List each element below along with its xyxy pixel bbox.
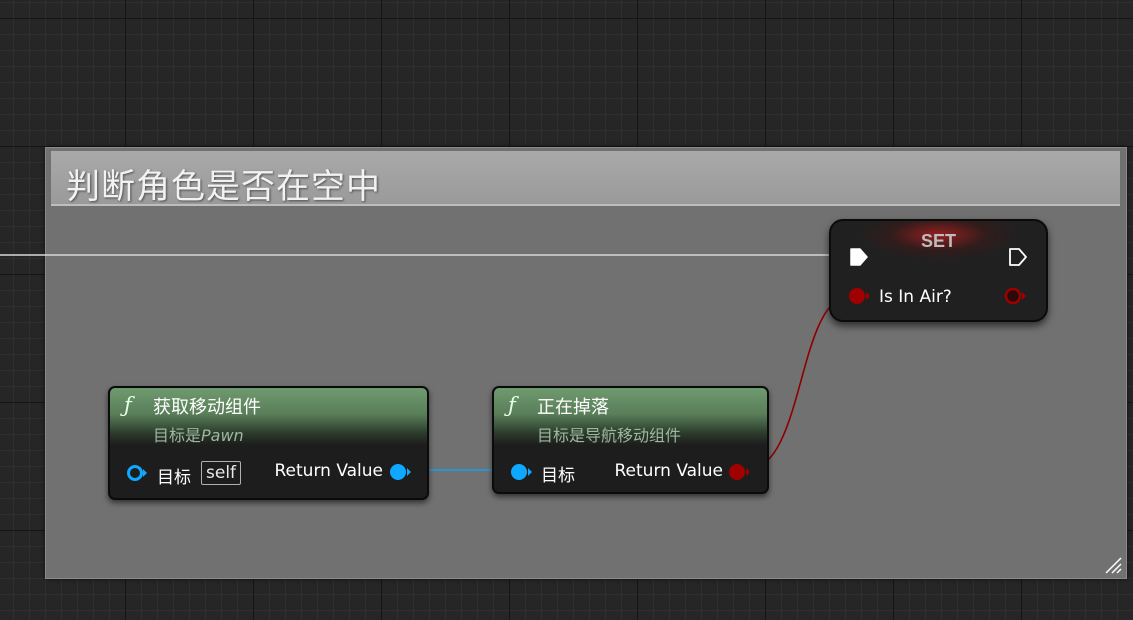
is-in-air-label: Is In Air?	[879, 287, 952, 307]
target-pin-label: 目标	[541, 466, 575, 486]
comment-header[interactable]: 判断角色是否在空中	[51, 151, 1120, 208]
return-value-label: Return Value	[614, 461, 724, 481]
is-in-air-output-pin-icon[interactable]	[1003, 286, 1029, 306]
comment-title[interactable]: 判断角色是否在空中	[66, 159, 381, 208]
node-get-movement-component[interactable]: ƒ 获取移动组件 目标是Pawn 目标 self Return Value	[108, 386, 429, 500]
node-subtitle: 目标是导航移动组件	[537, 426, 682, 445]
return-value-output-pin-icon[interactable]	[727, 462, 753, 482]
subtitle-target: Pawn	[201, 426, 244, 445]
target-input-pin-icon[interactable]	[509, 462, 535, 482]
target-input-pin-icon[interactable]	[126, 464, 150, 482]
comment-box[interactable]: 判断角色是否在空中	[45, 147, 1127, 579]
exec-input-pin-icon[interactable]	[848, 246, 870, 268]
exec-output-pin-icon[interactable]	[1007, 246, 1029, 268]
node-title: 正在掉落	[537, 397, 609, 418]
return-value-label: Return Value	[274, 461, 384, 481]
function-icon: ƒ	[124, 393, 132, 417]
is-in-air-input-pin-icon[interactable]	[847, 286, 873, 306]
resize-grip-icon[interactable]	[1104, 556, 1122, 574]
node-is-falling[interactable]: ƒ 正在掉落 目标是导航移动组件 目标 Return Value	[492, 386, 769, 494]
self-default-field[interactable]: self	[201, 461, 242, 485]
subtitle-prefix: 目标是	[153, 426, 202, 445]
node-title: 获取移动组件	[153, 397, 261, 418]
node-set-is-in-air[interactable]: SET Is In Air?	[829, 219, 1048, 322]
function-icon: ƒ	[508, 393, 516, 417]
node-subtitle: 目标是Pawn	[153, 422, 244, 446]
return-value-output-pin-icon[interactable]	[388, 462, 414, 482]
target-pin-label: 目标	[157, 468, 191, 488]
